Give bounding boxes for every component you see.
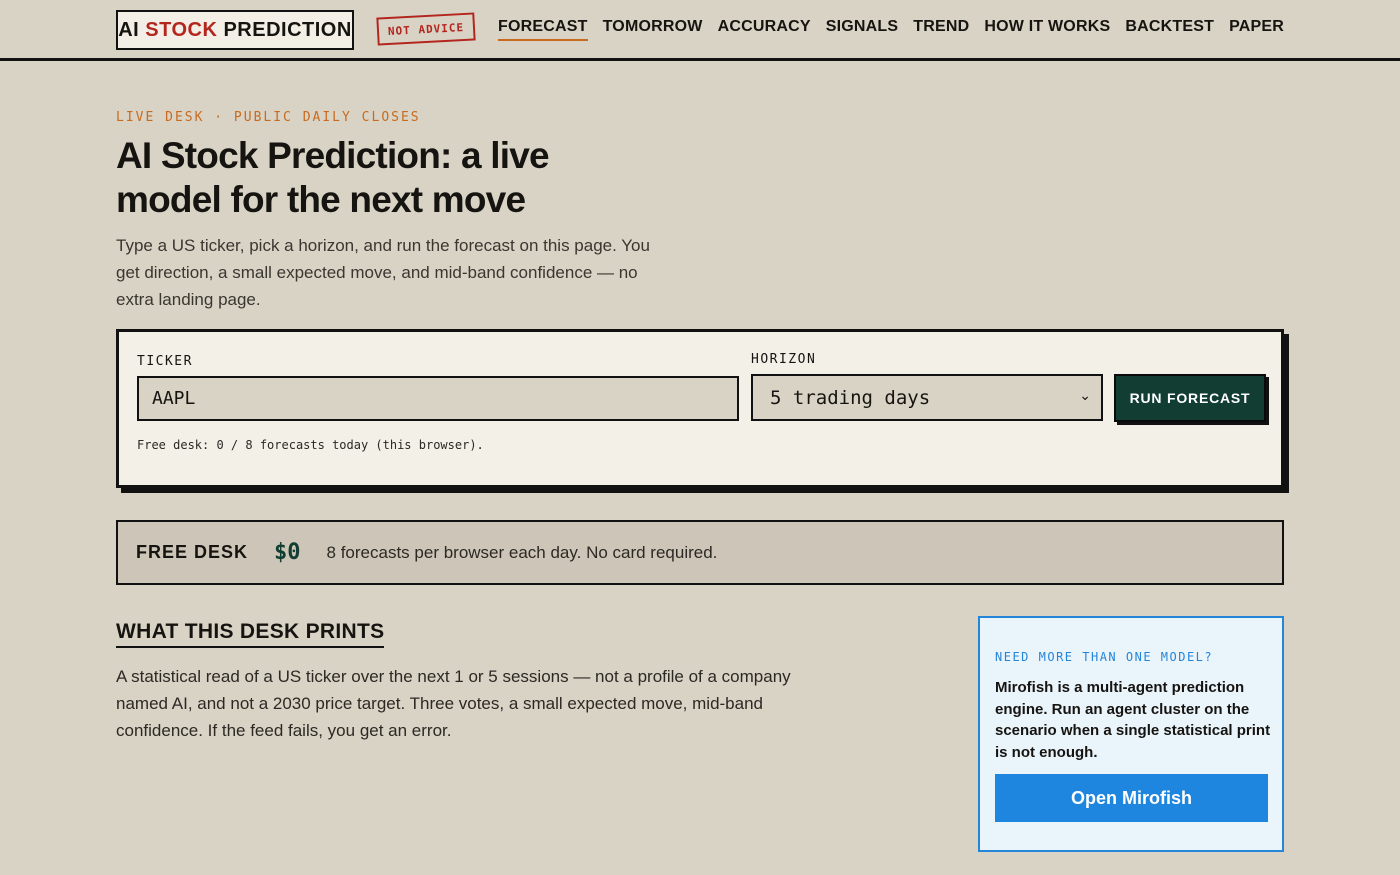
nav-tomorrow[interactable]: TOMORROW: [603, 18, 703, 41]
nav-how-it-works[interactable]: HOW IT WORKS: [984, 18, 1110, 41]
hero-eyebrow: LIVE DESK · PUBLIC DAILY CLOSES: [116, 110, 421, 125]
mirofish-text: Mirofish is a multi-agent prediction eng…: [995, 679, 1271, 761]
quota-text: Free desk: 0 / 8 forecasts today (this b…: [137, 438, 484, 452]
forecast-panel: TICKER HORIZON 5 trading days ⌄ RUN FORE…: [116, 329, 1284, 488]
horizon-select[interactable]: 5 trading days ⌄: [751, 374, 1103, 421]
page-title: AI Stock Prediction: a live model for th…: [116, 135, 550, 220]
logo-suffix: PREDICTION: [223, 18, 352, 41]
logo-accent: STOCK: [145, 18, 218, 41]
ticker-label: TICKER: [137, 354, 193, 369]
nav-trend[interactable]: TREND: [913, 18, 969, 41]
section-body: A statistical read of a US ticker over t…: [116, 667, 791, 740]
run-forecast-button[interactable]: RUN FORECAST: [1114, 374, 1266, 422]
free-desk-label: FREE DESK: [136, 542, 249, 562]
site-header: AI STOCK PREDICTION NOT ADVICE FORECAST …: [0, 0, 1400, 61]
nav-signals[interactable]: SIGNALS: [826, 18, 899, 41]
nav-backtest[interactable]: BACKTEST: [1125, 18, 1214, 41]
nav-accuracy[interactable]: ACCURACY: [718, 18, 811, 41]
mirofish-card: NEED MORE THAN ONE MODEL? Mirofish is a …: [978, 616, 1284, 852]
mirofish-eyebrow: NEED MORE THAN ONE MODEL?: [995, 650, 1214, 664]
chevron-down-icon: ⌄: [1079, 388, 1091, 404]
free-desk-bar: FREE DESK $0 8 forecasts per browser eac…: [116, 520, 1284, 585]
horizon-label: HORIZON: [751, 352, 817, 367]
section-title: WHAT THIS DESK PRINTS: [116, 620, 385, 648]
free-desk-text: 8 forecasts per browser each day. No car…: [326, 542, 718, 562]
ticker-input[interactable]: [137, 376, 739, 421]
site-logo[interactable]: AI STOCK PREDICTION: [116, 10, 354, 50]
free-desk-price: $0: [274, 540, 301, 565]
nav-forecast[interactable]: FORECAST: [498, 18, 588, 41]
logo-prefix: AI: [118, 18, 140, 41]
main-nav: FORECAST TOMORROW ACCURACY SIGNALS TREND…: [498, 18, 1284, 41]
horizon-value: 5 trading days: [770, 386, 931, 409]
not-advice-stamp: NOT ADVICE: [376, 12, 476, 46]
hero-lead: Type a US ticker, pick a horizon, and ru…: [116, 236, 650, 309]
nav-paper[interactable]: PAPER: [1229, 18, 1284, 41]
open-mirofish-button[interactable]: Open Mirofish: [995, 774, 1268, 822]
